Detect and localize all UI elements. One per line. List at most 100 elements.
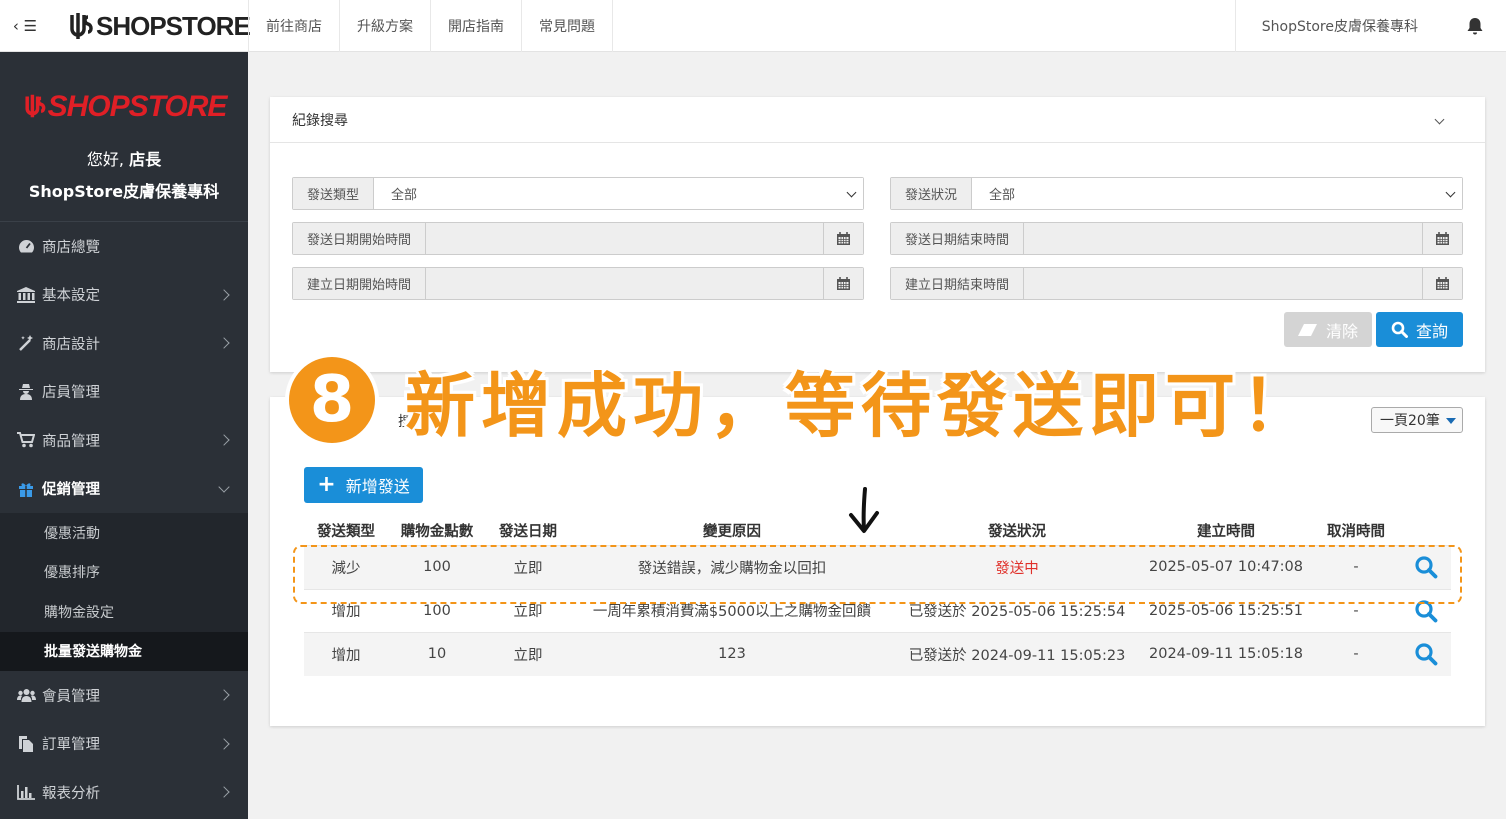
chevron-right-icon (218, 786, 230, 798)
sidebar-item-label: 商品管理 (42, 433, 100, 450)
sidebar-menu: 商店總覽 基本設定 商店設計 店員管理 商品管理 促銷管理 優惠活動 優惠排序 … (0, 222, 248, 817)
sidebar-item-label: 會員管理 (42, 688, 100, 705)
create-end-date-input[interactable] (1024, 268, 1422, 299)
search-icon (1391, 321, 1408, 338)
column-header: 建立時間 (1197, 523, 1255, 540)
top-right: ShopStore皮膚保養專科 (1234, 0, 1506, 52)
chevron-down-icon (846, 187, 857, 198)
calendar-button[interactable] (823, 223, 863, 254)
sidebar-item-orders[interactable]: 訂單管理 (0, 720, 248, 769)
send-start-date-field: 發送日期開始時間 (292, 222, 864, 255)
create-start-date-input[interactable] (426, 268, 823, 299)
send-status-select[interactable]: 全部 (972, 178, 1462, 209)
cell-cancelled: - (1353, 646, 1359, 663)
sidebar-item-basic-settings[interactable]: 基本設定 (0, 271, 248, 320)
sidebar-item-staff[interactable]: 店員管理 (0, 368, 248, 417)
search-button[interactable]: 查詢 (1376, 312, 1463, 347)
search-icon (1414, 643, 1437, 666)
sidebar-item-label: 商店設計 (42, 336, 100, 353)
calendar-icon (837, 232, 850, 245)
down-arrow-icon (846, 487, 882, 539)
view-detail-button[interactable] (1400, 633, 1451, 676)
caret-down-icon (1446, 418, 1456, 424)
users-icon (16, 687, 36, 703)
chevron-right-icon (218, 289, 230, 301)
panel-title: 紀錄搜尋 (292, 112, 348, 129)
chevron-down-icon (1434, 114, 1445, 125)
magic-wand-icon (16, 335, 36, 352)
nav-faq[interactable]: 常見問題 (521, 0, 613, 52)
send-type-select[interactable]: 全部 (374, 178, 863, 209)
calendar-button[interactable] (823, 268, 863, 299)
add-send-button[interactable]: + 新增發送 (304, 467, 423, 503)
nav-store-guide[interactable]: 開店指南 (430, 0, 521, 52)
sidebar-item-overview[interactable]: 商店總覽 (0, 222, 248, 271)
field-label: 發送日期開始時間 (293, 223, 427, 254)
nav-go-to-store[interactable]: 前往商店 (248, 0, 339, 52)
sidebar-subitem-promotion-order[interactable]: 優惠排序 (0, 553, 248, 593)
send-end-date-field: 發送日期結束時間 (890, 222, 1463, 255)
column-header: 發送類型 (317, 523, 375, 540)
sidebar-item-label: 商店總覽 (42, 239, 100, 256)
clear-button-label: 清除 (1325, 321, 1358, 341)
record-search-header[interactable]: 紀錄搜尋 (270, 97, 1485, 143)
send-end-date-input[interactable] (1024, 223, 1422, 254)
gift-icon (16, 481, 36, 497)
step-number-badge: 8 (289, 357, 375, 443)
cart-icon (16, 432, 36, 448)
sidebar-subitem-credit-settings[interactable]: 購物金設定 (0, 592, 248, 632)
step-annotation: 8 新增成功，等待發送即可！ (289, 355, 1317, 447)
top-nav: 前往商店 升級方案 開店指南 常見問題 (248, 0, 613, 52)
sidebar-toggle-button[interactable]: ‹ ☰ (0, 0, 50, 52)
dashboard-icon (16, 238, 36, 254)
sidebar-store-name: ShopStore皮膚保養專科 (28, 182, 220, 201)
search-button-label: 查詢 (1415, 321, 1448, 341)
field-label: 建立日期結束時間 (891, 268, 1025, 299)
shopstore-logo-icon (70, 13, 93, 39)
sidebar-item-label: 促銷管理 (42, 482, 100, 499)
header-logo[interactable]: SHOPSTORE (66, 9, 251, 43)
notification-button[interactable] (1444, 0, 1506, 52)
chevron-right-icon (218, 337, 230, 349)
bar-chart-icon (16, 784, 36, 800)
plus-icon: + (317, 472, 336, 497)
nav-upgrade-plan[interactable]: 升級方案 (339, 0, 430, 52)
column-header-empty (1400, 515, 1451, 545)
promotions-submenu: 優惠活動 優惠排序 購物金設定 批量發送購物金 (0, 513, 248, 671)
field-label: 發送類型 (293, 178, 375, 209)
calendar-icon (1436, 232, 1449, 245)
cell-created: 2024-09-11 15:05:18 (1149, 646, 1303, 663)
sidebar-item-reports[interactable]: 報表分析 (0, 768, 248, 817)
sidebar-brand: SHOPSTORE 您好, 店長 ShopStore皮膚保養專科 (0, 52, 248, 222)
sidebar-subitem-promotion-events[interactable]: 優惠活動 (0, 513, 248, 553)
sidebar-item-promotions[interactable]: 促銷管理 (0, 465, 248, 514)
shopstore-logo-icon (25, 94, 45, 118)
greeting-prefix: 您好, (86, 150, 124, 169)
bell-icon (1467, 18, 1483, 35)
sidebar-logo[interactable]: SHOPSTORE (0, 52, 248, 132)
greeting: 您好, 店長 (0, 146, 248, 170)
sidebar-item-label: 訂單管理 (42, 737, 100, 754)
calendar-button[interactable] (1422, 268, 1462, 299)
field-label: 建立日期開始時間 (293, 268, 427, 299)
sidebar-item-store-design[interactable]: 商店設計 (0, 319, 248, 368)
page-size-select[interactable]: 一頁20筆 (1371, 407, 1463, 433)
sidebar-item-products[interactable]: 商品管理 (0, 416, 248, 465)
sidebar: SHOPSTORE 您好, 店長 ShopStore皮膚保養專科 商店總覽 基本… (0, 52, 248, 819)
top-bar: ‹ ☰ SHOPSTORE 前往商店 升級方案 開店指南 常見問題 ShopSt… (0, 0, 1506, 52)
cell-reason: 123 (718, 646, 746, 663)
page-size-value: 一頁20筆 (1380, 413, 1440, 429)
sidebar-item-members[interactable]: 會員管理 (0, 671, 248, 720)
chevron-down-icon (1445, 187, 1456, 198)
chevron-right-icon (218, 434, 230, 446)
field-label: 發送日期結束時間 (891, 223, 1025, 254)
store-name-link[interactable]: ShopStore皮膚保養專科 (1234, 0, 1444, 52)
copy-icon (16, 736, 36, 753)
send-start-date-input[interactable] (426, 223, 823, 254)
add-send-label: 新增發送 (345, 477, 410, 496)
greeting-role: 店長 (129, 150, 162, 169)
sidebar-subitem-bulk-send-credit[interactable]: 批量發送購物金 (0, 631, 248, 671)
calendar-button[interactable] (1422, 223, 1462, 254)
clear-button[interactable]: 清除 (1284, 312, 1372, 347)
column-header: 發送狀況 (988, 523, 1046, 540)
